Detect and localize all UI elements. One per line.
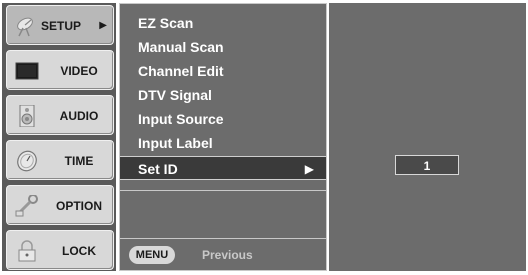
sidebar-item-label: OPTION (55, 199, 102, 213)
sidebar-item-label: VIDEO (60, 64, 98, 78)
main-menu-sidebar: SETUP ▶ VIDEO AUDIO TIME OPTION LOCK (2, 3, 116, 271)
sidebar-item-label: LOCK (62, 244, 96, 258)
menu-item-input-label[interactable]: Input Label (120, 131, 326, 155)
satellite-dish-icon (17, 17, 33, 37)
sidebar-item-lock[interactable]: LOCK (6, 230, 114, 270)
sidebar-item-setup[interactable]: SETUP ▶ (6, 5, 114, 45)
menu-item-channel-edit[interactable]: Channel Edit (120, 59, 326, 83)
padlock-icon (18, 240, 36, 262)
menu-item-input-source[interactable]: Input Source (120, 107, 326, 131)
menu-item-dtv-signal[interactable]: DTV Signal (120, 83, 326, 107)
sidebar-item-time[interactable]: TIME (6, 140, 114, 180)
menu-item-set-id[interactable]: Set ID ▶ (120, 156, 326, 180)
wrench-icon (15, 195, 38, 217)
sidebar-item-label: TIME (64, 154, 94, 168)
menu-item-label: Set ID (138, 161, 178, 177)
sidebar-item-option[interactable]: OPTION (6, 185, 114, 225)
sidebar-item-label: AUDIO (59, 109, 99, 123)
set-id-value-field[interactable]: 1 (395, 155, 459, 175)
menu-footer: MENU Previous (120, 238, 326, 270)
clock-icon (17, 150, 37, 172)
right-arrow-icon: ▶ (99, 20, 107, 31)
sidebar-item-video[interactable]: VIDEO (6, 50, 114, 90)
speaker-icon (19, 105, 35, 127)
menu-item-ez-scan[interactable]: EZ Scan (120, 11, 326, 35)
setup-submenu: EZ Scan Manual Scan Channel Edit DTV Sig… (119, 3, 327, 271)
set-id-value-panel: 1 (329, 3, 526, 271)
menu-spacer (120, 190, 326, 234)
previous-hint: Previous (202, 248, 253, 262)
sidebar-item-audio[interactable]: AUDIO (6, 95, 114, 135)
menu-button[interactable]: MENU (129, 246, 175, 264)
tv-screen-icon (15, 62, 39, 80)
sidebar-item-label: SETUP (41, 19, 82, 33)
right-arrow-icon: ▶ (304, 162, 314, 176)
tv-osd-screen: SETUP ▶ VIDEO AUDIO TIME OPTION LOCK EZ … (0, 0, 528, 275)
menu-item-manual-scan[interactable]: Manual Scan (120, 35, 326, 59)
